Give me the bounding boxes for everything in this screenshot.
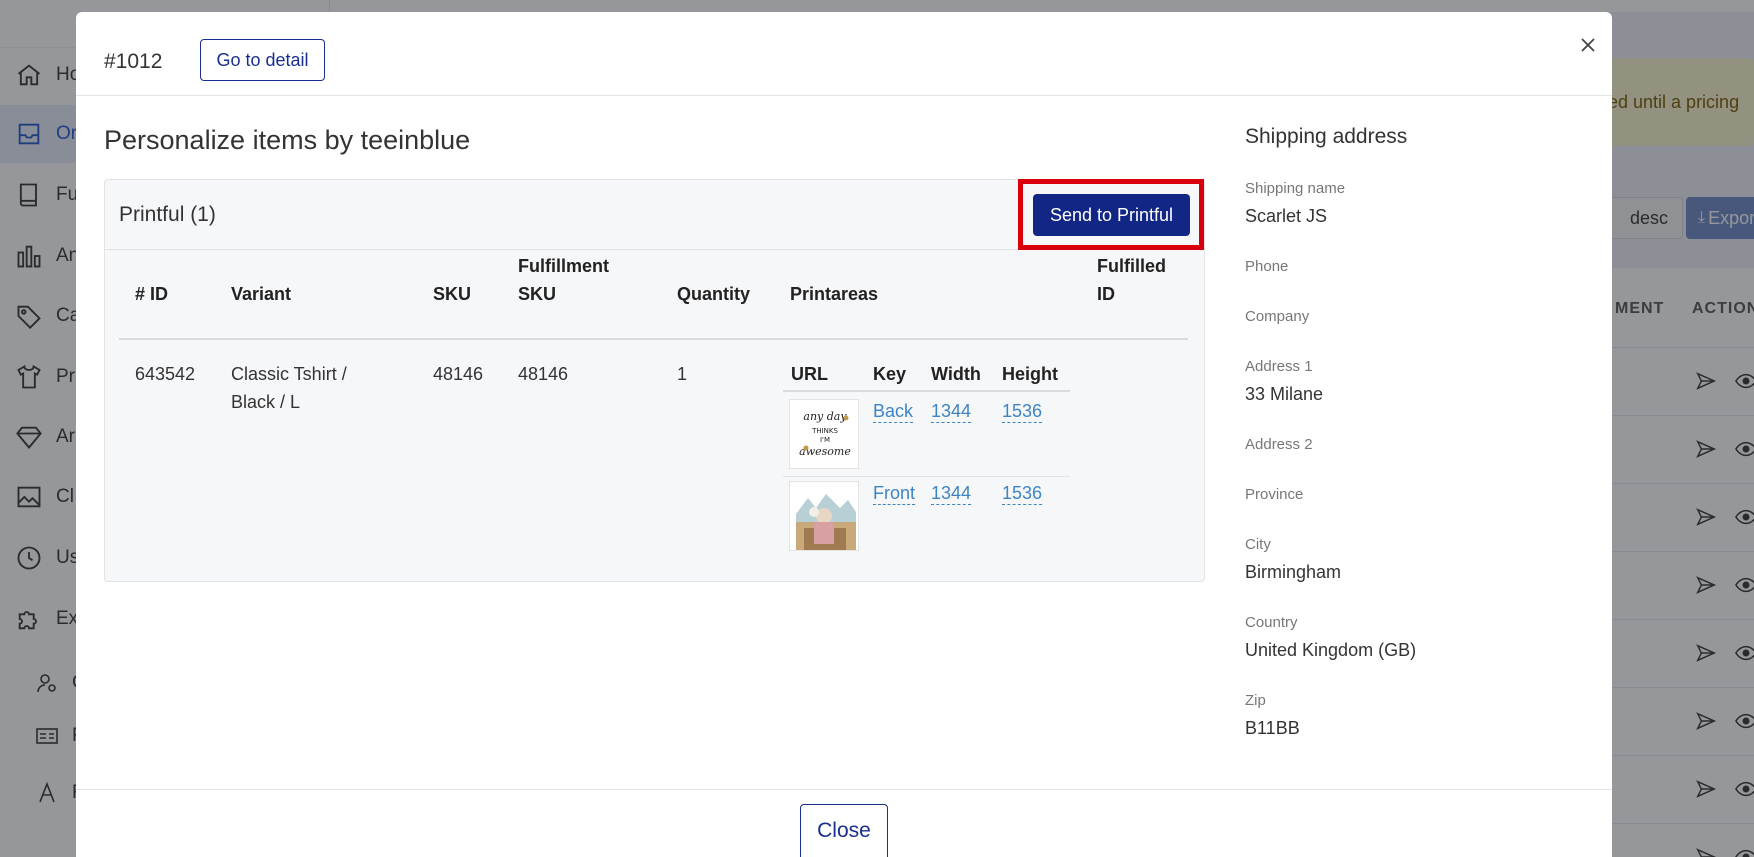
send-to-printful-button[interactable]: Send to Printful [1033,194,1190,236]
cell-variant-line2: Black / L [231,392,301,412]
country-label: Country [1245,614,1298,631]
table-header-divider [119,338,1188,340]
col-header-sku: SKU [433,284,472,304]
printarea-key-back[interactable]: Back [873,400,914,423]
printarea-key-front[interactable]: Front [873,482,916,505]
card-title: Printful (1) [119,203,216,226]
thumb-text-1: any day [803,410,847,423]
modal-header: #1012 Go to detail [76,12,1612,96]
address2-label: Address 2 [1245,436,1313,453]
country-value: United Kingdom (GB) [1245,640,1417,660]
printarea-width-front[interactable]: 1344 [931,482,972,505]
subtable-header-divider [783,390,1070,392]
col-header-fulfilled-id-line1: Fulfilled [1097,256,1166,276]
zip-label: Zip [1245,692,1266,709]
col-header-printareas: Printareas [790,284,879,304]
sub-header-width: Width [931,364,981,384]
phone-label: Phone [1245,258,1289,275]
shipping-name-value: Scarlet JS [1245,206,1328,226]
close-icon[interactable] [1578,35,1598,55]
col-header-id: # ID [135,284,169,304]
address1-label: Address 1 [1245,358,1313,375]
cell-sku: 48146 [433,364,484,384]
address1-value: 33 Milane [1245,384,1324,404]
sub-header-key: Key [873,364,907,384]
printarea-height-back[interactable]: 1536 [1002,400,1043,423]
thumb-text-3: I'M [820,436,830,444]
go-to-detail-button[interactable]: Go to detail [200,39,325,81]
printarea-thumbnail-back[interactable]: any day THINKS I'M awesome [789,399,859,469]
col-header-fulfilled-id-line2: ID [1097,284,1115,304]
col-header-fulfillment-sku-line1: Fulfillment [518,256,609,276]
shipping-address-title: Shipping address [1245,125,1408,148]
close-button[interactable]: Close [800,804,888,857]
cell-variant-line1: Classic Tshirt / [231,364,347,384]
city-label: City [1245,536,1271,553]
city-value: Birmingham [1245,562,1342,582]
company-label: Company [1245,308,1310,325]
col-header-variant: Variant [231,284,292,304]
printarea-width-back[interactable]: 1344 [931,400,972,423]
province-label: Province [1245,486,1304,503]
printarea-thumbnail-front[interactable] [789,481,859,551]
shipping-name-label: Shipping name [1245,180,1346,197]
cell-fulfillment-sku: 48146 [518,364,569,384]
sub-header-height: Height [1002,364,1058,384]
subtable-row-divider [783,476,1070,477]
cell-id: 643542 [135,364,196,384]
order-number: #1012 [104,50,163,73]
cell-quantity: 1 [677,364,688,384]
order-modal: #1012 Go to detail Personalize items by … [76,12,1612,857]
modal-footer: Close [76,789,1612,857]
sub-header-url: URL [791,364,828,384]
thumb-text-2: THINKS [811,427,838,435]
col-header-fulfillment-sku-line2: SKU [518,284,557,304]
printarea-height-front[interactable]: 1536 [1002,482,1043,505]
section-title: Personalize items by teeinblue [104,125,471,155]
col-header-quantity: Quantity [677,284,751,304]
printful-card: Printful (1) Send to Printful # ID Varia… [104,179,1205,582]
zip-value: B11BB [1245,718,1300,738]
